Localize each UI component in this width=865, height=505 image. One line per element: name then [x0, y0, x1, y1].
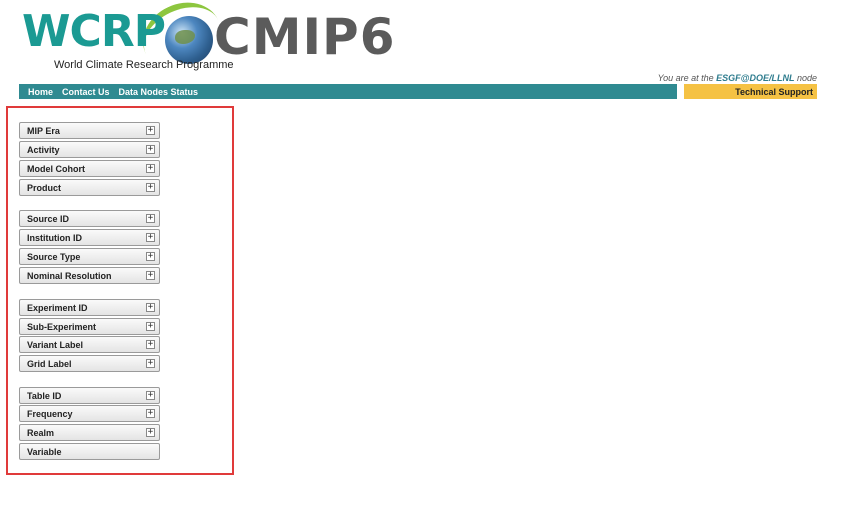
facet-label: Sub-Experiment: [27, 321, 97, 332]
plus-icon[interactable]: +: [146, 233, 155, 242]
facet-label: Source Type: [27, 251, 81, 262]
facet-label: MIP Era: [27, 125, 60, 136]
facet-label: Grid Label: [27, 358, 72, 369]
plus-icon[interactable]: +: [146, 340, 155, 349]
facet-label: Experiment ID: [27, 302, 88, 313]
facet-label: Frequency: [27, 408, 73, 419]
facet-sub-experiment[interactable]: Sub-Experiment +: [19, 318, 160, 335]
nav-home-link[interactable]: Home: [28, 87, 53, 97]
header-logos: WCRP CMIP6 World Climate Research Progra…: [22, 0, 422, 84]
facet-label: Variable: [27, 446, 62, 457]
facet-mip-era[interactable]: MIP Era +: [19, 122, 160, 139]
nav-data-nodes-status-link[interactable]: Data Nodes Status: [119, 87, 199, 97]
plus-icon[interactable]: +: [146, 126, 155, 135]
facet-grid-label[interactable]: Grid Label +: [19, 355, 160, 372]
facet-activity[interactable]: Activity +: [19, 141, 160, 158]
facet-label: Nominal Resolution: [27, 270, 112, 281]
facet-product[interactable]: Product +: [19, 179, 160, 196]
facet-label: Realm: [27, 427, 55, 438]
plus-icon[interactable]: +: [146, 303, 155, 312]
plus-icon[interactable]: +: [146, 145, 155, 154]
facet-realm[interactable]: Realm +: [19, 424, 160, 441]
facet-nominal-resolution[interactable]: Nominal Resolution +: [19, 267, 160, 284]
facet-label: Variant Label: [27, 339, 84, 350]
plus-icon[interactable]: +: [146, 428, 155, 437]
technical-support-label: Technical Support: [735, 86, 813, 97]
facet-label: Table ID: [27, 390, 62, 401]
facet-label: Institution ID: [27, 232, 82, 243]
plus-icon[interactable]: +: [146, 409, 155, 418]
facet-table-id[interactable]: Table ID +: [19, 387, 160, 404]
facet-source-type[interactable]: Source Type +: [19, 248, 160, 265]
facet-source-id[interactable]: Source ID +: [19, 210, 160, 227]
plus-icon[interactable]: +: [146, 391, 155, 400]
main-nav: Home Contact Us Data Nodes Status: [19, 84, 677, 99]
facet-label: Activity: [27, 144, 60, 155]
plus-icon[interactable]: +: [146, 322, 155, 331]
node-prefix: You are at the: [657, 73, 714, 83]
plus-icon[interactable]: +: [146, 164, 155, 173]
node-indicator: You are at the ESGF@DOE/LLNL node: [658, 73, 817, 83]
node-suffix: node: [796, 73, 817, 83]
plus-icon[interactable]: +: [146, 183, 155, 192]
facet-model-cohort[interactable]: Model Cohort +: [19, 160, 160, 177]
cmip6-logo: CMIP6: [214, 8, 396, 66]
nav-contact-us-link[interactable]: Contact Us: [62, 87, 110, 97]
node-id: ESGF@DOE/LLNL: [716, 73, 795, 83]
plus-icon[interactable]: +: [146, 252, 155, 261]
globe-icon: [165, 16, 213, 64]
wcrp-subtitle: World Climate Research Programme: [54, 59, 234, 71]
technical-support-button[interactable]: Technical Support: [684, 84, 817, 99]
facet-variable[interactable]: Variable: [19, 443, 160, 460]
facet-frequency[interactable]: Frequency +: [19, 405, 160, 422]
plus-icon[interactable]: +: [146, 359, 155, 368]
facet-label: Product: [27, 182, 62, 193]
wcrp-logo: WCRP: [22, 6, 166, 57]
facet-label: Model Cohort: [27, 163, 85, 174]
facet-variant-label[interactable]: Variant Label +: [19, 336, 160, 353]
plus-icon[interactable]: +: [146, 214, 155, 223]
facet-institution-id[interactable]: Institution ID +: [19, 229, 160, 246]
plus-icon[interactable]: +: [146, 271, 155, 280]
facet-experiment-id[interactable]: Experiment ID +: [19, 299, 160, 316]
facet-label: Source ID: [27, 213, 70, 224]
